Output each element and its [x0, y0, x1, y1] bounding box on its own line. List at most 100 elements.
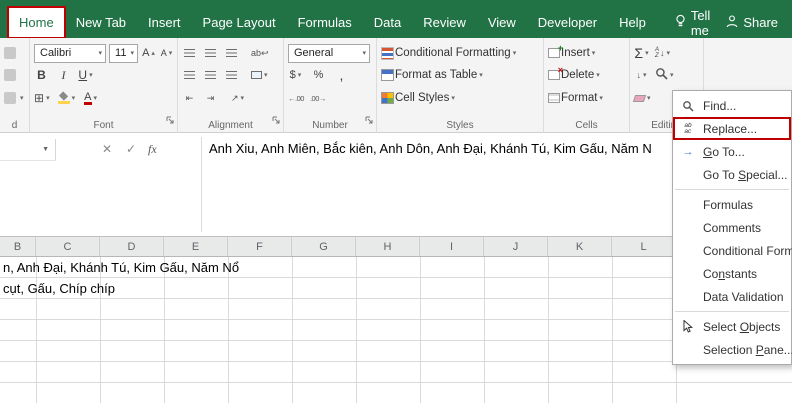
share-button[interactable]: Share	[718, 7, 786, 38]
column-header-g[interactable]: G	[292, 237, 356, 256]
menu-item-find[interactable]: Find...	[673, 94, 791, 117]
fill-color-button[interactable]: ▾	[57, 89, 75, 107]
column-header-d[interactable]: D	[100, 237, 164, 256]
cell-row-2[interactable]: cụt, Gấu, Chíp chíp	[3, 278, 115, 299]
menu-item-label: Data Validation	[703, 289, 784, 304]
bottom-align-button[interactable]	[224, 44, 239, 62]
underline-label: U	[78, 68, 88, 82]
insert-cells-button[interactable]: Insert▾	[548, 43, 595, 62]
percent-style-button[interactable]: %	[311, 66, 326, 84]
tab-new-tab[interactable]: New Tab	[65, 7, 137, 38]
menu-item-constants[interactable]: Constants	[673, 262, 791, 285]
menu-item-comments[interactable]: Comments	[673, 216, 791, 239]
menu-item-conditional-formatting[interactable]: Conditional Formatting	[673, 239, 792, 262]
wrap-text-button[interactable]: ab↩	[251, 44, 269, 62]
menu-item-selection-pane[interactable]: Selection Pane...	[673, 338, 792, 361]
italic-button[interactable]: I	[56, 66, 71, 84]
sort-filter-button[interactable]: A Z ↓ ▾	[655, 44, 670, 62]
font-name-combo[interactable]: Calibri ▾	[34, 43, 107, 63]
merge-center-button[interactable]: ▾	[251, 66, 268, 84]
fill-button[interactable]: ↓ ▾	[634, 66, 649, 84]
top-align-button[interactable]	[182, 44, 197, 62]
grid-vertical-line	[356, 257, 357, 403]
menu-item-label: Go To...	[703, 144, 745, 159]
column-header-b[interactable]: B	[0, 237, 36, 256]
enter-button[interactable]: ✓	[126, 142, 136, 156]
insert-cells-icon	[548, 43, 563, 58]
font-size-combo[interactable]: 11 ▾	[109, 43, 138, 63]
decrease-font-size-button[interactable]: A ▾	[159, 44, 174, 62]
chevron-down-icon: ▾	[46, 94, 50, 102]
delete-cells-button[interactable]: Delete▾	[548, 65, 600, 84]
column-header-e[interactable]: E	[164, 237, 228, 256]
number-group-label: Number	[312, 120, 348, 131]
format-as-table-button[interactable]: Format as Table ▾	[381, 66, 483, 84]
column-header-k[interactable]: K	[548, 237, 612, 256]
font-dialog-launcher[interactable]	[166, 112, 175, 130]
menu-item-go-to[interactable]: → Go To...	[673, 140, 791, 163]
column-header-h[interactable]: H	[356, 237, 420, 256]
grid-vertical-line	[420, 257, 421, 403]
decrease-decimal-button[interactable]: .00→	[310, 89, 326, 107]
autosum-button[interactable]: Σ ▾	[634, 44, 649, 62]
font-color-button[interactable]: A ▾	[83, 89, 98, 107]
column-header-f[interactable]: F	[228, 237, 292, 256]
column-header-i[interactable]: I	[420, 237, 484, 256]
underline-button[interactable]: U ▾	[78, 66, 93, 84]
cell-row-1[interactable]: n, Anh Đại, Khánh Tú, Kim Gấu, Năm Nổ	[3, 257, 239, 278]
tab-formulas[interactable]: Formulas	[287, 7, 363, 38]
font-group-label: Font	[93, 120, 114, 131]
menu-item-replace[interactable]: ab ac Replace...	[673, 117, 791, 140]
orientation-button[interactable]: ↗ ▾	[230, 89, 245, 107]
cell-styles-button[interactable]: Cell Styles ▾	[381, 89, 455, 107]
menu-item-go-to-special[interactable]: Go To Special...	[673, 163, 791, 186]
chevron-down-icon: ▾	[596, 71, 600, 79]
accounting-format-button[interactable]: $ ▾	[288, 66, 303, 84]
number-format-combo[interactable]: General ▾	[288, 43, 370, 63]
center-button[interactable]	[203, 66, 218, 84]
increase-indent-button[interactable]: ⇥	[203, 89, 218, 107]
align-left-button[interactable]	[182, 66, 197, 84]
insert-function-button[interactable]: fx	[148, 142, 157, 157]
tab-data[interactable]: Data	[363, 7, 412, 38]
find-select-button[interactable]: ▾	[655, 66, 674, 84]
increase-decimal-button[interactable]: ←.00	[288, 89, 304, 107]
align-right-button[interactable]	[224, 66, 239, 84]
delete-cells-icon	[548, 65, 563, 80]
tab-view[interactable]: View	[477, 7, 527, 38]
tab-home[interactable]: Home	[7, 6, 66, 39]
column-header-l[interactable]: L	[612, 237, 676, 256]
align-lines-icon	[205, 71, 216, 79]
increase-font-size-button[interactable]: A ▴	[141, 44, 156, 62]
menu-item-formulas[interactable]: Formulas	[673, 193, 791, 216]
column-header-j[interactable]: J	[484, 237, 548, 256]
menu-item-data-validation[interactable]: Data Validation	[673, 285, 791, 308]
tab-review[interactable]: Review	[412, 7, 477, 38]
alignment-dialog-launcher[interactable]	[272, 112, 281, 130]
bold-button[interactable]: B	[34, 66, 49, 84]
middle-align-button[interactable]	[203, 44, 218, 62]
menu-item-select-objects[interactable]: Select Objects	[673, 315, 791, 338]
decrease-indent-button[interactable]: ⇤	[182, 89, 197, 107]
menu-item-label: Constants	[703, 266, 758, 281]
tell-me-label: Tell me	[690, 7, 711, 38]
tab-page-layout[interactable]: Page Layout	[192, 7, 287, 38]
wrap-text-icon: ab↩	[251, 47, 269, 58]
tab-developer[interactable]: Developer	[527, 7, 608, 38]
clear-button[interactable]: ▾	[632, 89, 651, 107]
cancel-button[interactable]: ✕	[102, 142, 112, 156]
tell-me-button[interactable]: Tell me	[667, 7, 719, 38]
column-header-c[interactable]: C	[36, 237, 100, 256]
chevron-down-icon: ▾	[645, 49, 649, 57]
name-box[interactable]: ▼	[0, 139, 56, 161]
align-lines-icon	[205, 49, 216, 57]
menu-item-label: Comments	[703, 220, 762, 235]
conditional-formatting-button[interactable]: Conditional Formatting ▾	[381, 44, 516, 62]
borders-button[interactable]: ⊞ ▾	[34, 89, 50, 107]
number-dialog-launcher[interactable]	[365, 112, 374, 130]
format-label: Format	[561, 92, 598, 104]
tab-help[interactable]: Help	[608, 7, 657, 38]
format-cells-button[interactable]: Format ▾	[548, 89, 603, 107]
comma-style-button[interactable]: ,	[334, 66, 349, 84]
tab-insert[interactable]: Insert	[137, 7, 192, 38]
